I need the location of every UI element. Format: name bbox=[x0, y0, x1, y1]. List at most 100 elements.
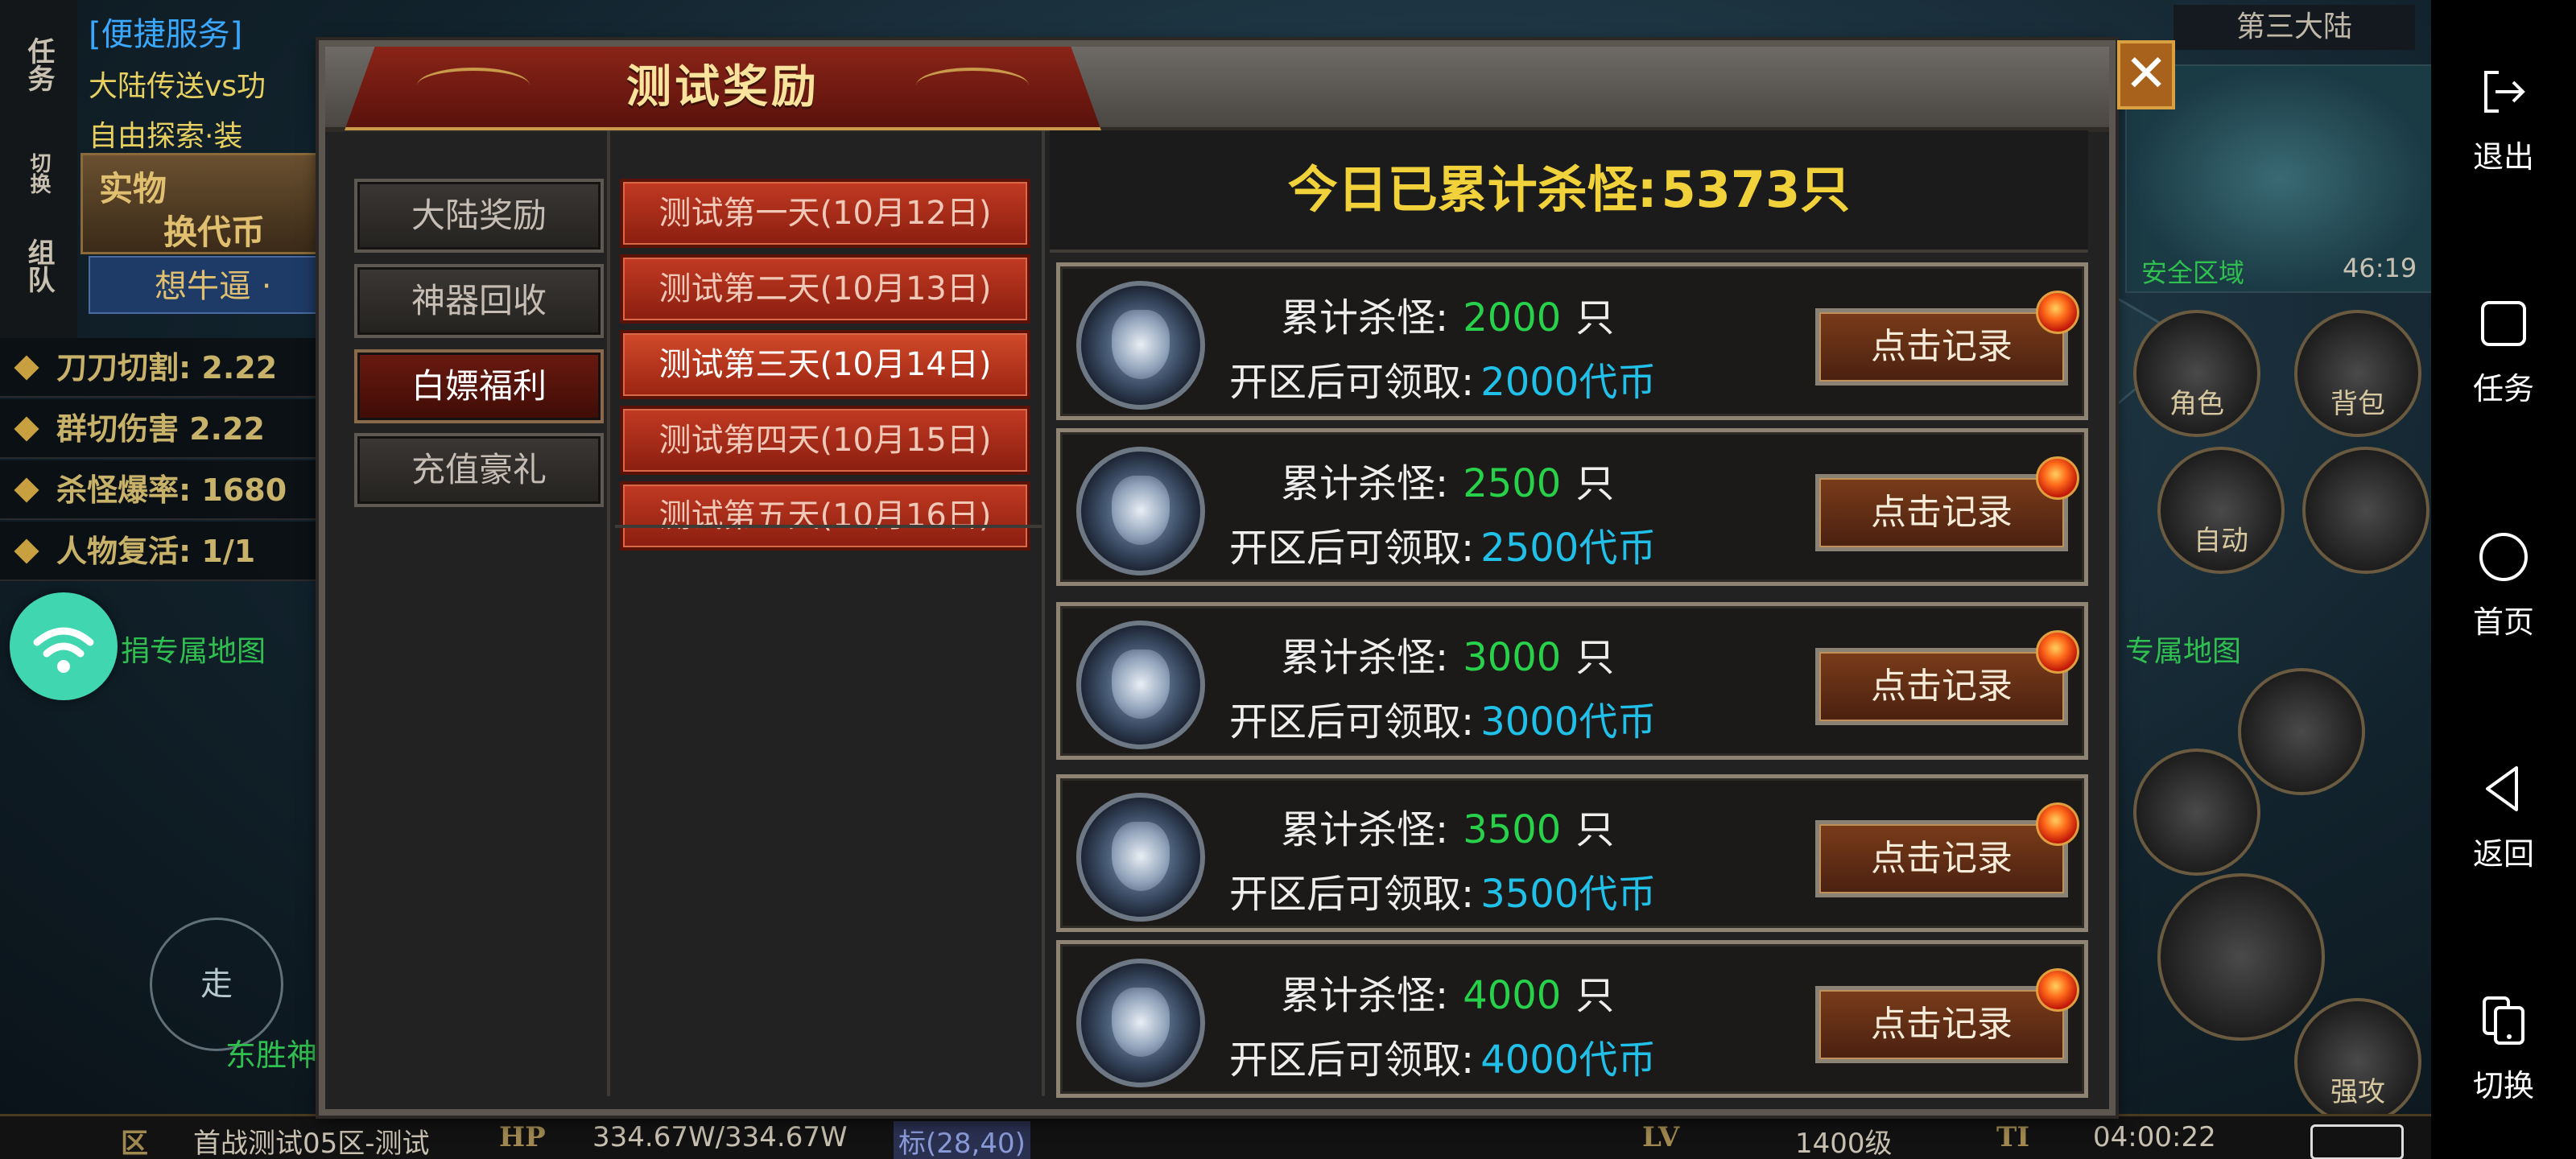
notification-dot-icon bbox=[2036, 630, 2079, 674]
circle-icon bbox=[2479, 533, 2528, 581]
dialog-header: 测试奖励 bbox=[325, 47, 2109, 132]
quick-service-line[interactable]: 大陆传送vs功 bbox=[89, 63, 330, 105]
kill-target-value: 4000 bbox=[1463, 973, 1562, 1018]
task-tab[interactable]: 任务 bbox=[6, 16, 71, 113]
map-label: 专属地图 bbox=[2125, 635, 2242, 668]
quick-service-panel: [便捷服务] 大陆传送vs功 自由探索·装 bbox=[89, 8, 330, 153]
level-value: 1400级 bbox=[1795, 1128, 1893, 1159]
day-tab[interactable]: 测试第五天(10月16日) bbox=[620, 481, 1030, 551]
auto-label: 自动 bbox=[2194, 525, 2248, 557]
divider bbox=[615, 525, 1042, 528]
kill-requirement: 累计杀怪: 2500 只 bbox=[1229, 452, 1893, 508]
safe-zone-label: 安全区域 bbox=[2141, 258, 2245, 288]
close-button[interactable]: ✕ bbox=[2117, 40, 2175, 109]
record-button[interactable]: 点击记录 bbox=[1815, 474, 2068, 551]
stat-row: 人物复活: 1/1 bbox=[0, 522, 338, 581]
bag-button[interactable]: 背包 bbox=[2294, 310, 2421, 437]
switch-label: 切换 bbox=[2472, 1068, 2534, 1103]
unit-label: 只 bbox=[1575, 635, 1615, 680]
attack-joystick[interactable] bbox=[2157, 873, 2325, 1041]
claim-label: 开区后可领取: bbox=[1229, 526, 1475, 571]
kill-target-value: 2500 bbox=[1463, 461, 1562, 506]
clock-label: 46:19 bbox=[2343, 253, 2417, 283]
switch-button[interactable]: 切换 bbox=[2431, 995, 2576, 1116]
reward-value: 4000代币 bbox=[1480, 1037, 1657, 1083]
reward-row: 累计杀怪: 4000 只 开区后可领取: 4000代币 点击记录 bbox=[1056, 940, 2088, 1098]
day-tab-active[interactable]: 测试第三天(10月14日) bbox=[620, 330, 1030, 399]
reward-value: 2500代币 bbox=[1480, 526, 1657, 571]
square-icon bbox=[2481, 301, 2526, 346]
category-tab-active[interactable]: 白嫖福利 bbox=[354, 349, 604, 423]
title-plate: 测试奖励 bbox=[345, 47, 1101, 130]
strong-attack-button[interactable]: 强攻 bbox=[2294, 998, 2421, 1125]
day-tab[interactable]: 测试第四天(10月15日) bbox=[620, 406, 1030, 475]
zone-tag: 区 bbox=[121, 1128, 148, 1159]
kill-target-value: 2000 bbox=[1463, 295, 1562, 340]
record-button[interactable]: 点击记录 bbox=[1815, 986, 2068, 1063]
character-button[interactable]: 角色 bbox=[2133, 310, 2260, 437]
kill-requirement-label: 累计杀怪: bbox=[1281, 461, 1449, 506]
switch-tab[interactable]: 切换 bbox=[6, 137, 71, 209]
home-button[interactable]: 首页 bbox=[2431, 531, 2576, 652]
reward-item-icon bbox=[1076, 793, 1205, 922]
category-nav: 大陆奖励 神器回收 白嫖福利 充值豪礼 bbox=[341, 130, 610, 1096]
switch-icon bbox=[2483, 996, 2524, 1045]
stat-text: 刀刀切割: 2.22 bbox=[56, 350, 278, 386]
kill-requirement-label: 累计杀怪: bbox=[1281, 973, 1449, 1018]
reward-item-icon bbox=[1076, 959, 1205, 1087]
day-tab[interactable]: 测试第一天(10月12日) bbox=[620, 179, 1030, 248]
skill-button[interactable] bbox=[2238, 668, 2365, 795]
kill-requirement: 累计杀怪: 3000 只 bbox=[1229, 625, 1893, 682]
skill-button[interactable] bbox=[2302, 447, 2429, 574]
map-label: 捐专属地图 bbox=[121, 635, 266, 668]
record-button[interactable]: 点击记录 bbox=[1815, 308, 2068, 386]
quick-service-line[interactable]: 自由探索·装 bbox=[89, 113, 330, 155]
back-button[interactable]: 返回 bbox=[2431, 763, 2576, 884]
kill-total-label: 今日已累计杀怪: bbox=[1287, 160, 1657, 219]
quick-service-title[interactable]: [便捷服务] bbox=[89, 8, 330, 55]
server-name: 首战测试05区-测试 bbox=[193, 1128, 430, 1159]
day-tab[interactable]: 测试第二天(10月13日) bbox=[620, 254, 1030, 324]
diamond-icon bbox=[14, 538, 39, 564]
reward-description: 开区后可领取: 2500代币 bbox=[1229, 516, 1841, 572]
token-exchange-button[interactable]: 实物 换代币 bbox=[80, 153, 327, 254]
wifi-icon[interactable] bbox=[10, 592, 118, 700]
kill-requirement: 累计杀怪: 4000 只 bbox=[1229, 963, 1893, 1020]
status-bar: 区 首战测试05区-测试 HP 334.67W/334.67W 标(28,40)… bbox=[0, 1114, 2431, 1159]
home-label: 首页 bbox=[2472, 604, 2534, 640]
test-reward-dialog: 测试奖励 大陆奖励 神器回收 白嫖福利 充值豪礼 测试第一天(10月12日) 测… bbox=[319, 40, 2116, 1116]
skill-button[interactable] bbox=[2133, 749, 2260, 876]
reward-description: 开区后可领取: 2000代币 bbox=[1229, 350, 1841, 406]
diamond-icon bbox=[14, 416, 39, 442]
auto-button[interactable]: 自动 bbox=[2157, 447, 2285, 574]
category-tab[interactable]: 充值豪礼 bbox=[354, 433, 604, 507]
kill-requirement-label: 累计杀怪: bbox=[1281, 635, 1449, 680]
reward-description: 开区后可领取: 4000代币 bbox=[1229, 1028, 1841, 1084]
hp-value: 334.67W/334.67W bbox=[592, 1121, 848, 1153]
day-list: 测试第一天(10月12日) 测试第二天(10月13日) 测试第三天(10月14日… bbox=[615, 130, 1045, 1096]
reward-item-icon bbox=[1076, 621, 1205, 749]
team-tab[interactable]: 组队 bbox=[6, 217, 71, 314]
category-tab[interactable]: 神器回收 bbox=[354, 264, 604, 338]
diamond-icon bbox=[14, 355, 39, 381]
unit-label: 只 bbox=[1575, 461, 1615, 506]
think-button[interactable]: 想牛逼 · bbox=[89, 256, 330, 314]
claim-label: 开区后可领取: bbox=[1229, 360, 1475, 405]
notification-dot-icon bbox=[2036, 456, 2079, 500]
task-button[interactable]: 任务 bbox=[2431, 298, 2576, 419]
hp-tag: HP bbox=[499, 1121, 546, 1153]
record-button[interactable]: 点击记录 bbox=[1815, 648, 2068, 725]
record-button[interactable]: 点击记录 bbox=[1815, 820, 2068, 897]
diamond-icon bbox=[14, 477, 39, 503]
kill-requirement: 累计杀怪: 2000 只 bbox=[1229, 286, 1893, 342]
kill-target-value: 3000 bbox=[1463, 635, 1562, 680]
category-tab[interactable]: 大陆奖励 bbox=[354, 179, 604, 253]
battery-icon bbox=[2310, 1124, 2404, 1159]
kill-requirement-label: 累计杀怪: bbox=[1281, 807, 1449, 852]
stat-row: 刀刀切割: 2.22 bbox=[0, 338, 338, 398]
claim-label: 开区后可领取: bbox=[1229, 872, 1475, 917]
reward-value: 3000代币 bbox=[1480, 699, 1657, 744]
reward-description: 开区后可领取: 3500代币 bbox=[1229, 862, 1841, 918]
reward-value: 2000代币 bbox=[1480, 360, 1657, 405]
exit-button[interactable]: 退出 bbox=[2431, 66, 2576, 187]
